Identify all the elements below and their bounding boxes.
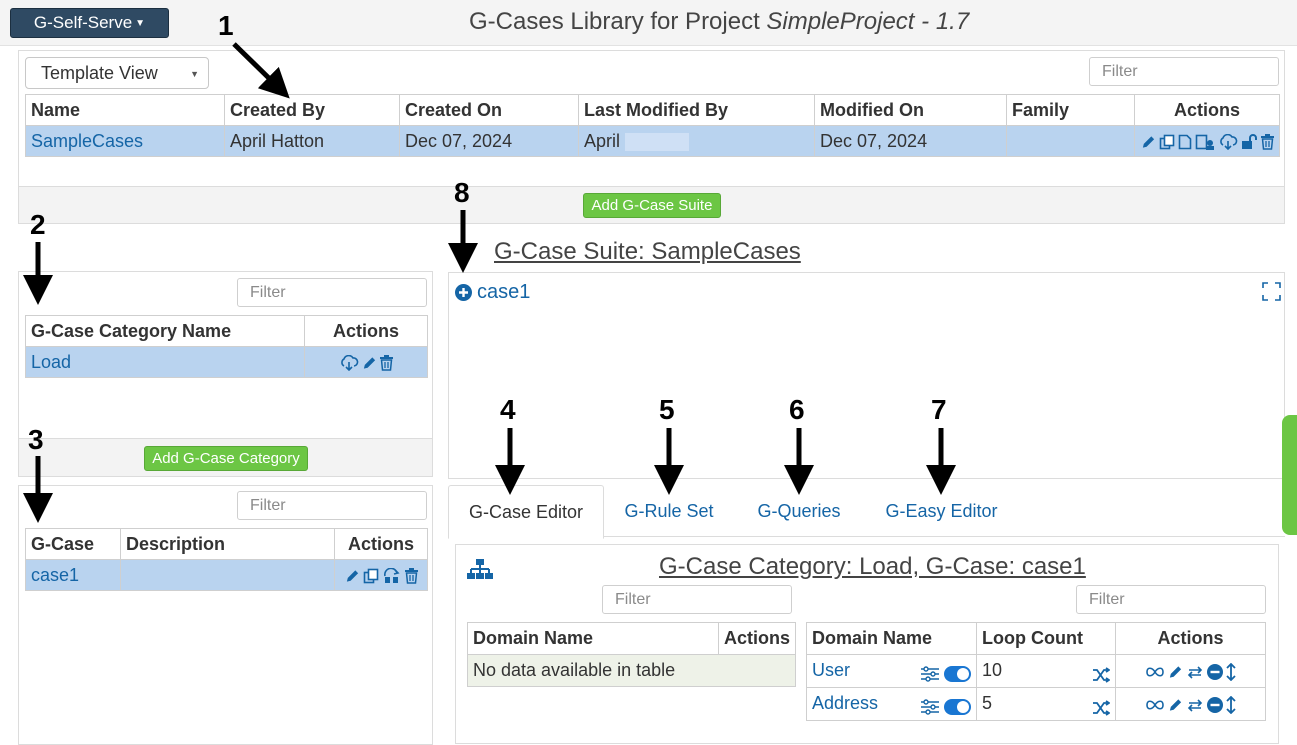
annotation-arrow-1 [232, 42, 290, 99]
annotation-arrows [23, 42, 956, 523]
